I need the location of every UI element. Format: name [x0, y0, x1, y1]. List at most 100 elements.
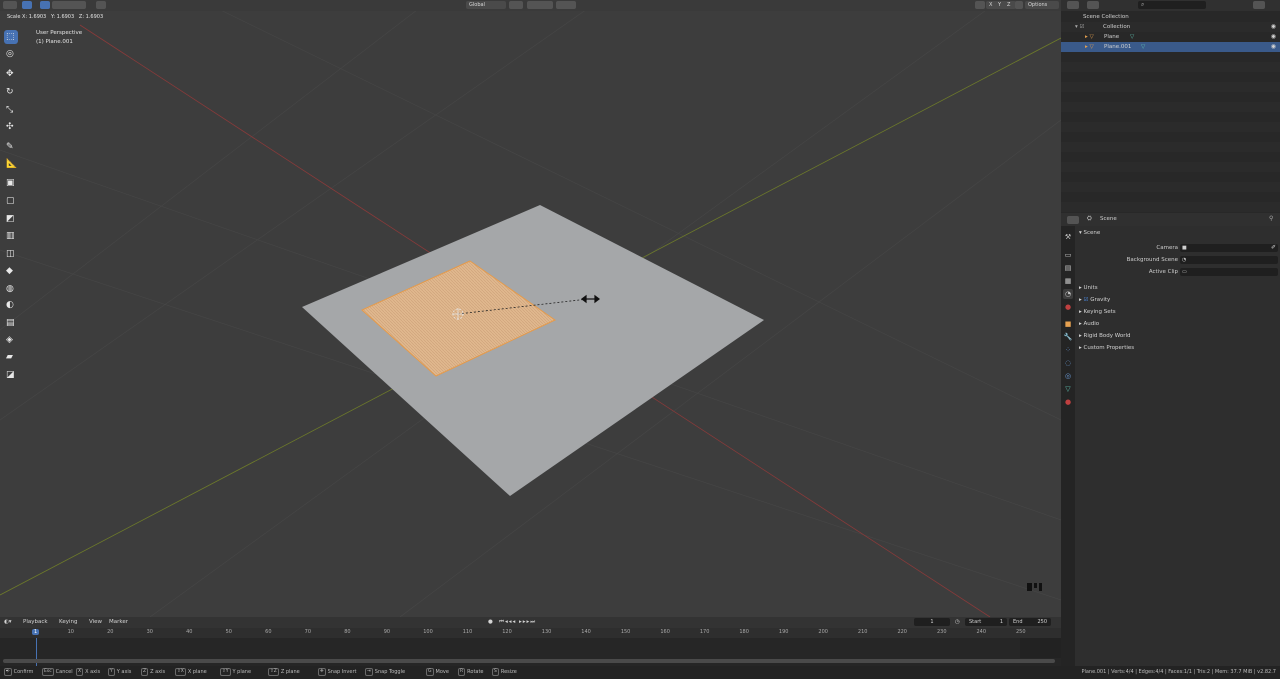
shrink-fatten-icon: ◈: [6, 335, 13, 345]
panel-rigid-body-world[interactable]: ▸ Rigid Body World: [1079, 331, 1131, 341]
proportional-edit-button[interactable]: [556, 1, 576, 9]
tool-tab-icon[interactable]: ⚒: [1063, 232, 1073, 242]
outliner-row-plane-001[interactable]: ▸ ▽ Plane.001 ▽ ◉: [1061, 42, 1280, 52]
background-scene-label: Background Scene: [1126, 257, 1178, 263]
poly-build-tool[interactable]: ◆: [4, 264, 18, 278]
object-tab-icon[interactable]: ■: [1063, 319, 1073, 329]
material-tab-icon[interactable]: ●: [1063, 397, 1073, 407]
eye-icon[interactable]: ◉: [1271, 42, 1276, 52]
3d-viewport[interactable]: Global X Y Z Options Scale X: 1.6903 Y: …: [0, 0, 1061, 617]
inset-tool[interactable]: ▢: [4, 194, 18, 208]
knife-tool[interactable]: ◫: [4, 247, 18, 261]
frame-ruler[interactable]: 1 10 20 30 40 50 60 70 80 90 100 110 120 130 140 150 160…: [0, 628, 1061, 638]
menu-marker[interactable]: Marker: [109, 618, 128, 627]
frame-tick-label: 220: [897, 629, 907, 635]
playback-controls[interactable]: ⏮◂◂◂ ▸▸▸⏭: [499, 618, 536, 627]
timeline-scrollbar[interactable]: [3, 659, 1055, 663]
properties-editor-button[interactable]: [1067, 216, 1079, 224]
smooth-tool[interactable]: ◐: [4, 298, 18, 312]
expand-icon[interactable]: ▾ ☑: [1075, 22, 1084, 32]
status-hint: G Move: [426, 666, 449, 679]
outliner-row-collection[interactable]: ▾ ☑ Collection ◉: [1061, 22, 1280, 32]
select-box-tool[interactable]: ⬚: [4, 30, 18, 44]
eyedropper-icon[interactable]: ✐: [1271, 244, 1276, 252]
mode-toggle-group[interactable]: [52, 1, 86, 9]
scale-tool[interactable]: ⤡: [4, 103, 18, 117]
data-tab-icon[interactable]: ▽: [1063, 384, 1073, 394]
background-scene-field[interactable]: ◔: [1180, 256, 1278, 264]
snap-dropdown[interactable]: [527, 1, 553, 9]
mode-new-button[interactable]: [40, 1, 50, 9]
camera-field[interactable]: ■ ✐: [1180, 244, 1278, 252]
extrude-tool[interactable]: ▣: [4, 176, 18, 190]
panel-scene-header[interactable]: ▾ Scene: [1079, 228, 1100, 238]
scene-tab-icon[interactable]: ◔: [1063, 289, 1073, 299]
close-header-button[interactable]: [96, 1, 106, 9]
rotate-tool[interactable]: ↻: [4, 85, 18, 99]
toggle-icon[interactable]: [1015, 1, 1023, 9]
search-input[interactable]: ⌕: [1138, 1, 1206, 9]
extrude-icon: ▣: [6, 178, 15, 188]
start-frame-field[interactable]: Start 1: [965, 618, 1007, 626]
outliner-editor-button[interactable]: [1067, 1, 1079, 9]
panel-keying-sets[interactable]: ▸ Keying Sets: [1079, 307, 1116, 317]
frame-tick-label: 170: [699, 629, 710, 635]
current-frame-field[interactable]: 1: [914, 618, 950, 626]
measure-tool[interactable]: 📐: [4, 157, 18, 171]
clock-icon[interactable]: ◷: [955, 618, 960, 627]
active-clip-field[interactable]: ▭: [1180, 268, 1278, 276]
menu-playback[interactable]: Playback: [23, 618, 48, 627]
plane-object[interactable]: [302, 205, 764, 496]
spin-tool[interactable]: ◍: [4, 282, 18, 296]
orientation-dropdown[interactable]: Global: [466, 1, 506, 9]
constraints-tab-icon[interactable]: ◎: [1063, 371, 1073, 381]
render-tab-icon[interactable]: ▭: [1063, 250, 1073, 260]
outliner-row-plane[interactable]: ▸ ▽ Plane ▽ ◉: [1061, 32, 1280, 42]
output-tab-icon[interactable]: ▤: [1063, 263, 1073, 273]
panel-gravity[interactable]: ▸ ☑ Gravity: [1079, 295, 1110, 305]
menu-keying[interactable]: Keying: [59, 618, 77, 627]
world-tab-icon[interactable]: ●: [1063, 302, 1073, 312]
bevel-icon: ◩: [6, 214, 15, 224]
timeline-body[interactable]: [0, 638, 1061, 666]
filter-icon[interactable]: [1253, 1, 1265, 9]
panel-custom-properties[interactable]: ▸ Custom Properties: [1079, 343, 1134, 353]
record-icon[interactable]: ●: [488, 618, 493, 627]
particles-tab-icon[interactable]: ⁘: [1063, 345, 1073, 355]
pin-icon[interactable]: ⚲: [1269, 215, 1273, 222]
edge-slide-tool[interactable]: ▤: [4, 316, 18, 330]
view-layer-tab-icon[interactable]: ▦: [1063, 276, 1073, 286]
physics-tab-icon[interactable]: ◌: [1063, 358, 1073, 368]
panel-units[interactable]: ▸ Units: [1079, 283, 1098, 293]
display-mode-button[interactable]: [1087, 1, 1099, 9]
key-hint-icon: ⇥: [365, 667, 373, 676]
cursor-tool[interactable]: ◎: [4, 47, 18, 61]
loop-cut-tool[interactable]: ▥: [4, 229, 18, 243]
menu-view[interactable]: View: [89, 618, 102, 627]
eye-icon[interactable]: ◉: [1271, 32, 1276, 42]
end-frame-field[interactable]: End 250: [1009, 618, 1051, 626]
frame-tick-label: 190: [778, 629, 789, 635]
viewport-canvas[interactable]: [0, 0, 1061, 617]
status-hint-label: Y plane: [232, 669, 252, 675]
options-dropdown[interactable]: Options: [1025, 1, 1059, 9]
move-tool[interactable]: ✥: [4, 67, 18, 81]
bevel-tool[interactable]: ◩: [4, 212, 18, 226]
panel-audio[interactable]: ▸ Audio: [1079, 319, 1099, 329]
editor-type-button[interactable]: [3, 1, 17, 9]
modifier-tab-icon[interactable]: 🔧: [1063, 332, 1073, 342]
pivot-dropdown[interactable]: [509, 1, 523, 9]
status-hint-label: Z plane: [280, 669, 300, 675]
select-mode-button[interactable]: [22, 1, 32, 9]
outliner-row-scene-collection[interactable]: Scene Collection: [1061, 12, 1280, 22]
eye-icon[interactable]: ◉: [1271, 22, 1276, 32]
annotate-tool[interactable]: ✎: [4, 140, 18, 154]
row-label: Plane: [1104, 34, 1120, 40]
shear-tool[interactable]: ▰: [4, 350, 18, 364]
transform-tool[interactable]: ✣: [4, 120, 18, 134]
mirror-icon[interactable]: [975, 1, 985, 9]
timeline-editor-icon[interactable]: ◐▾: [4, 618, 12, 627]
rip-tool[interactable]: ◪: [4, 368, 18, 382]
status-hint: YY axis: [108, 666, 131, 679]
shrink-fatten-tool[interactable]: ◈: [4, 333, 18, 347]
